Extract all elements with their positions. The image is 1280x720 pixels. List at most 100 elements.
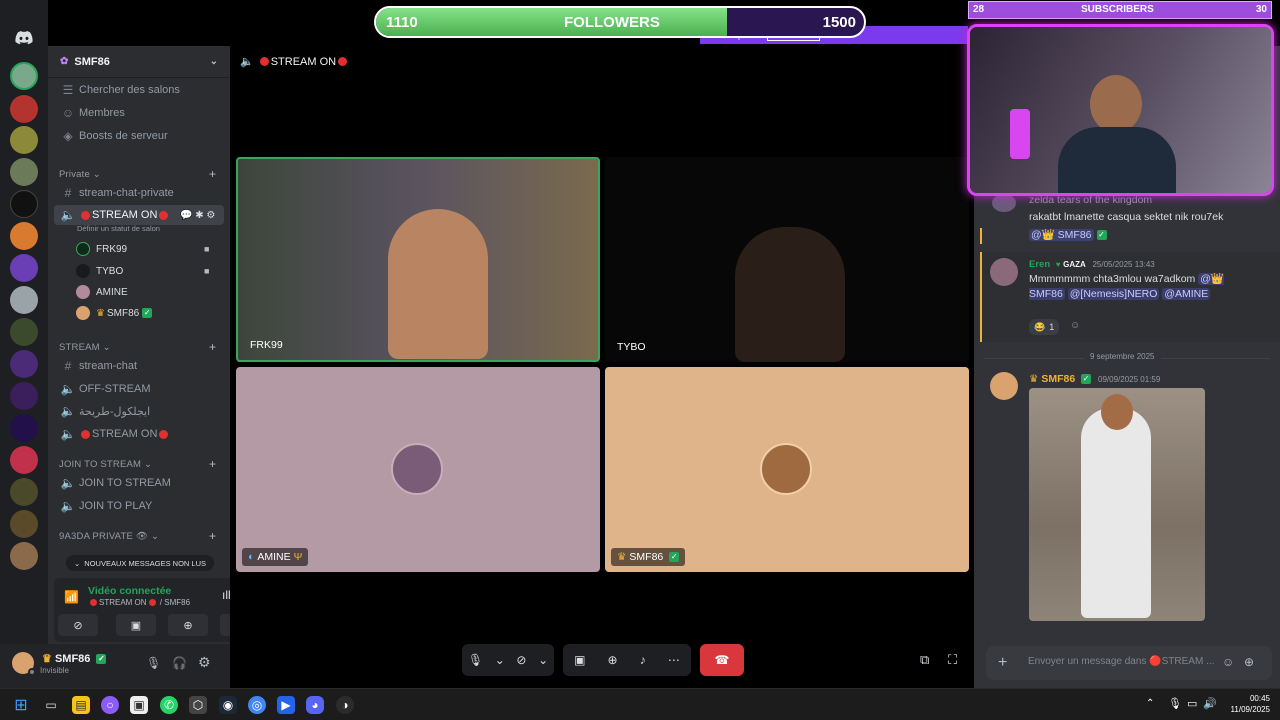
add-channel-icon[interactable]: + xyxy=(209,529,216,543)
network-icon[interactable]: ▭ xyxy=(1187,697,1197,710)
add-channel-icon[interactable]: + xyxy=(209,340,216,354)
microphone-icon[interactable]: 🎙 xyxy=(146,656,161,670)
app-icon[interactable]: ○ xyxy=(101,696,119,714)
channel-join-to-play[interactable]: 🔈 JOIN TO PLAY xyxy=(54,496,224,516)
video-tile-amine[interactable]: ◐ AMINE Ψ xyxy=(236,367,600,572)
server-icon[interactable] xyxy=(10,350,38,378)
mention-label[interactable]: @[Nemesis]NERO xyxy=(1067,288,1160,300)
soundboard-icon[interactable]: ♪ xyxy=(640,653,646,667)
server-icon[interactable] xyxy=(10,126,38,154)
channel-status-hint[interactable]: Définir un statut de salon xyxy=(77,224,160,233)
members-item[interactable]: ☺ Membres xyxy=(54,103,224,123)
username[interactable]: ♛ SMF86 ✓ xyxy=(42,652,107,665)
server-icon[interactable] xyxy=(10,318,38,346)
gamepad-icon[interactable]: ⊕ xyxy=(608,653,618,667)
category-private[interactable]: Private ⌄ + xyxy=(59,167,216,181)
channel-arabic[interactable]: 🔈 ايجلكول-طريحة xyxy=(54,401,224,421)
server-icon[interactable] xyxy=(10,414,38,442)
clock-time[interactable]: 00:45 xyxy=(1240,694,1270,703)
channel-join-to-stream[interactable]: 🔈 JOIN TO STREAM xyxy=(54,473,224,493)
video-tile-tybo[interactable]: TYBO xyxy=(605,157,969,362)
discord-taskbar-icon[interactable]: ◕ xyxy=(306,696,324,714)
headphones-icon[interactable]: 🎧 xyxy=(172,656,187,670)
plus-icon[interactable]: + xyxy=(998,654,1007,672)
signal-icon[interactable]: 📶 xyxy=(64,590,79,604)
add-reaction-icon[interactable]: ☺ xyxy=(1070,320,1080,331)
emoji-icon[interactable]: ☺ xyxy=(1222,655,1234,669)
clock-date[interactable]: 11/09/2025 xyxy=(1224,705,1270,714)
voice-user[interactable]: AMINE xyxy=(76,283,128,301)
server-icon[interactable] xyxy=(10,190,38,218)
server-icon[interactable] xyxy=(10,382,38,410)
channel-stream-chat[interactable]: # stream-chat xyxy=(54,356,224,376)
server-icon[interactable] xyxy=(10,286,38,314)
category-9a3da[interactable]: 9A3DA PRIVATE 👁 ⌄ + xyxy=(59,529,216,543)
more-icon[interactable]: ⋯ xyxy=(668,653,680,667)
activity-button[interactable]: ⊕ xyxy=(168,614,208,636)
app-icon[interactable]: ▣ xyxy=(130,696,148,714)
voice-channel-actions[interactable]: 💬 ✱ ⚙ xyxy=(180,210,215,221)
disconnect-button[interactable]: ☎ xyxy=(700,644,744,676)
chrome-icon[interactable]: ◎ xyxy=(248,696,266,714)
video-tile-smf86[interactable]: ♛ SMF86 ✓ xyxy=(605,367,969,572)
server-icon[interactable] xyxy=(10,254,38,282)
file-explorer-icon[interactable]: ▤ xyxy=(72,696,90,714)
gamepad-icon[interactable]: ⊕ xyxy=(1244,655,1254,669)
chevron-up-icon[interactable]: ⌃ xyxy=(1146,698,1154,709)
channel-stream-chat-private[interactable]: # stream-chat-private xyxy=(54,183,224,203)
server-icon[interactable] xyxy=(10,542,38,570)
server-icon[interactable] xyxy=(10,446,38,474)
fullscreen-icon[interactable]: ⛶ xyxy=(948,652,957,668)
reaction[interactable]: 😂 1 xyxy=(1029,319,1060,335)
avatar[interactable] xyxy=(990,258,1018,286)
server-icon[interactable] xyxy=(10,510,38,538)
discord-home-icon[interactable] xyxy=(12,28,36,48)
volume-icon[interactable]: 🔊 xyxy=(1203,697,1217,710)
server-boosts-item[interactable]: ◈ Boosts de serveur xyxy=(54,126,224,146)
settings-icon[interactable]: ⚙ xyxy=(198,654,211,671)
message-input[interactable]: Envoyer un message dans 🔴STREAM ... xyxy=(1028,656,1214,667)
chevron-down-icon[interactable]: ⌄ xyxy=(495,653,505,667)
server-icon[interactable] xyxy=(10,62,38,90)
video-tile-frk99[interactable]: FRK99 xyxy=(236,157,600,362)
new-messages-pill[interactable]: ⌄ NOUVEAUX MESSAGES NON LUS xyxy=(66,555,214,571)
server-icon[interactable] xyxy=(10,95,38,123)
chevron-down-icon[interactable]: ⌄ xyxy=(210,56,218,67)
channel-voice-active[interactable]: 🔈 STREAM ON 💬 ✱ ⚙ xyxy=(54,205,224,225)
app-icon[interactable]: ▶ xyxy=(277,696,295,714)
server-header[interactable]: ✿ SMF86 ⌄ xyxy=(48,46,230,78)
windows-start-icon[interactable]: ⊞ xyxy=(12,696,30,714)
avatar[interactable] xyxy=(990,372,1018,400)
popout-icon[interactable]: ⧉ xyxy=(920,652,929,668)
whatsapp-icon[interactable]: ✆ xyxy=(160,696,178,714)
voice-user[interactable]: TYBO ■ xyxy=(76,262,209,280)
channel-stream-on[interactable]: 🔈 STREAM ON xyxy=(54,424,224,444)
channel-off-stream[interactable]: 🔈 OFF-STREAM xyxy=(54,379,224,399)
app-icon[interactable]: ◑ xyxy=(336,696,354,714)
voice-user[interactable]: FRK99 ■ xyxy=(76,240,209,258)
attached-image[interactable] xyxy=(1029,388,1205,621)
author-name[interactable]: SMF86 xyxy=(1041,373,1075,385)
server-icon[interactable] xyxy=(10,478,38,506)
connection-channel[interactable]: STREAM ON / SMF86 xyxy=(88,598,190,607)
add-channel-icon[interactable]: + xyxy=(209,457,216,471)
server-icon[interactable] xyxy=(10,158,38,186)
microphone-icon[interactable]: 🎙 xyxy=(1168,697,1182,710)
mention[interactable]: @👑 SMF86 ✓ xyxy=(1029,228,1107,243)
task-view-icon[interactable]: ▭ xyxy=(42,696,60,714)
chevron-down-icon[interactable]: ⌄ xyxy=(538,653,548,667)
microphone-icon[interactable]: 🎙 xyxy=(468,653,483,667)
share-screen-button[interactable]: ▣ xyxy=(116,614,156,636)
app-icon[interactable]: ⬡ xyxy=(189,696,207,714)
server-icon[interactable] xyxy=(10,222,38,250)
browse-channels-item[interactable]: ☰ Chercher des salons xyxy=(54,80,224,100)
voice-user[interactable]: ♛ SMF86 ✓ xyxy=(76,304,153,322)
category-join[interactable]: JOIN TO STREAM ⌄ + xyxy=(59,457,216,471)
camera-off-icon[interactable]: ⊘ xyxy=(516,653,526,667)
screen-share-icon[interactable]: ▣ xyxy=(574,653,585,667)
steam-icon[interactable]: ◉ xyxy=(219,696,237,714)
camera-toggle-button[interactable]: ⊘ xyxy=(58,614,98,636)
author-name[interactable]: Eren xyxy=(1029,259,1050,270)
mention-label[interactable]: @AMINE xyxy=(1162,288,1211,300)
add-channel-icon[interactable]: + xyxy=(209,167,216,181)
